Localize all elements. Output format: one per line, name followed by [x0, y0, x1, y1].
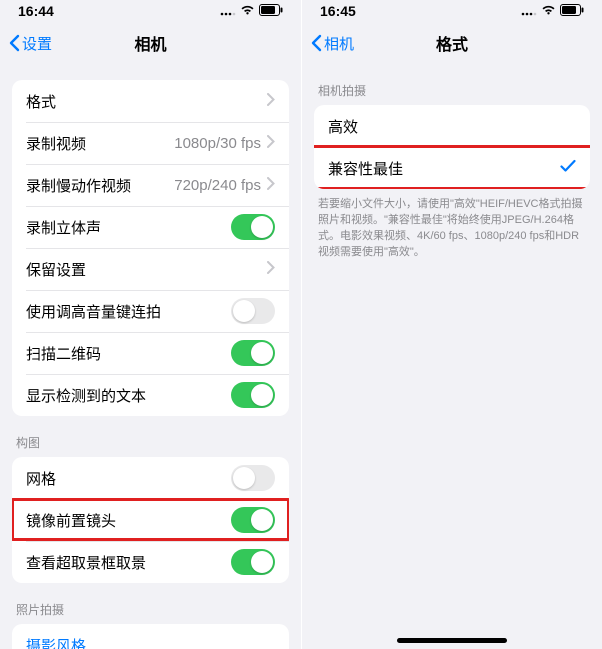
row-label: 使用调高音量键连拍 — [26, 301, 161, 322]
cellular-dots-icon — [521, 3, 537, 19]
row-mirror-front[interactable]: 镜像前置镜头 — [12, 499, 289, 541]
status-time: 16:45 — [320, 3, 356, 19]
group-capture: 格式 录制视频 1080p/30 fps 录制慢动作视频 720p/240 fp… — [12, 80, 289, 416]
row-record-video[interactable]: 录制视频 1080p/30 fps — [12, 122, 289, 164]
group-photo: 摄影风格 — [12, 624, 289, 649]
row-label: 镜像前置镜头 — [26, 510, 116, 531]
home-indicator — [397, 638, 507, 643]
format-content: 相机拍摄 高效 兼容性最佳 若要缩小文件大小，请使用"高效"HEIF/HEVC格… — [302, 64, 602, 649]
switch-grid[interactable] — [231, 465, 275, 491]
row-label: 网格 — [26, 468, 56, 489]
row-view-outside-frame[interactable]: 查看超取景框取景 — [12, 541, 289, 583]
switch-volume-burst[interactable] — [231, 298, 275, 324]
row-scan-qr[interactable]: 扫描二维码 — [12, 332, 289, 374]
row-label: 录制慢动作视频 — [26, 175, 131, 196]
screen-camera-settings: 16:44 设置 相机 格式 录制视频 — [0, 0, 301, 649]
group-header-composition: 构图 — [16, 434, 285, 451]
back-label: 相机 — [324, 33, 354, 54]
row-format[interactable]: 格式 — [12, 80, 289, 122]
nav-bar: 相机 格式 — [302, 22, 602, 64]
row-label: 显示检测到的文本 — [26, 385, 146, 406]
row-label: 录制立体声 — [26, 217, 101, 238]
row-stereo[interactable]: 录制立体声 — [12, 206, 289, 248]
group-header-capture: 相机拍摄 — [318, 82, 586, 99]
row-grid[interactable]: 网格 — [12, 457, 289, 499]
back-button[interactable]: 相机 — [308, 29, 356, 58]
row-label: 格式 — [26, 91, 56, 112]
status-icons — [220, 3, 283, 19]
status-time: 16:44 — [18, 3, 54, 19]
row-label: 保留设置 — [26, 259, 86, 280]
cellular-dots-icon — [220, 3, 236, 19]
chevron-left-icon — [310, 34, 322, 52]
group-format-options: 高效 兼容性最佳 — [314, 105, 590, 189]
group-composition: 网格 镜像前置镜头 查看超取景框取景 — [12, 457, 289, 583]
row-volume-burst[interactable]: 使用调高音量键连拍 — [12, 290, 289, 332]
battery-icon — [560, 3, 584, 19]
switch-view-outside-frame[interactable] — [231, 549, 275, 575]
group-footer-format: 若要缩小文件大小，请使用"高效"HEIF/HEVC格式拍摄照片和视频。"兼容性最… — [318, 197, 586, 261]
back-button[interactable]: 设置 — [6, 29, 54, 58]
row-label: 查看超取景框取景 — [26, 552, 146, 573]
row-label: 摄影风格 — [26, 635, 86, 649]
row-label: 扫描二维码 — [26, 343, 101, 364]
back-label: 设置 — [22, 33, 52, 54]
chevron-right-icon — [267, 261, 275, 278]
row-record-slomo[interactable]: 录制慢动作视频 720p/240 fps — [12, 164, 289, 206]
nav-bar: 设置 相机 — [0, 22, 301, 64]
checkmark-icon — [560, 159, 576, 177]
status-icons — [521, 3, 584, 19]
switch-detected-text[interactable] — [231, 382, 275, 408]
chevron-right-icon — [267, 93, 275, 110]
status-bar: 16:45 — [302, 0, 602, 22]
screen-format: 16:45 相机 格式 相机拍摄 高效 兼容性最佳 — [301, 0, 602, 649]
chevron-right-icon — [267, 177, 275, 194]
chevron-right-icon — [267, 135, 275, 152]
row-preserve-settings[interactable]: 保留设置 — [12, 248, 289, 290]
row-label: 录制视频 — [26, 133, 86, 154]
group-header-photo: 照片拍摄 — [16, 601, 285, 618]
row-detected-text[interactable]: 显示检测到的文本 — [12, 374, 289, 416]
row-most-compatible[interactable]: 兼容性最佳 — [314, 147, 590, 189]
chevron-left-icon — [8, 34, 20, 52]
settings-content: 格式 录制视频 1080p/30 fps 录制慢动作视频 720p/240 fp… — [0, 64, 301, 649]
switch-stereo[interactable] — [231, 214, 275, 240]
wifi-icon — [541, 3, 556, 19]
row-high-efficiency[interactable]: 高效 — [314, 105, 590, 147]
row-detail: 720p/240 fps — [174, 177, 261, 194]
status-bar: 16:44 — [0, 0, 301, 22]
battery-icon — [259, 3, 283, 19]
wifi-icon — [240, 3, 255, 19]
row-label: 兼容性最佳 — [328, 158, 403, 179]
switch-mirror-front[interactable] — [231, 507, 275, 533]
row-label: 高效 — [328, 116, 358, 137]
row-detail: 1080p/30 fps — [174, 135, 261, 152]
row-photographic-styles[interactable]: 摄影风格 — [12, 624, 289, 649]
switch-scan-qr[interactable] — [231, 340, 275, 366]
